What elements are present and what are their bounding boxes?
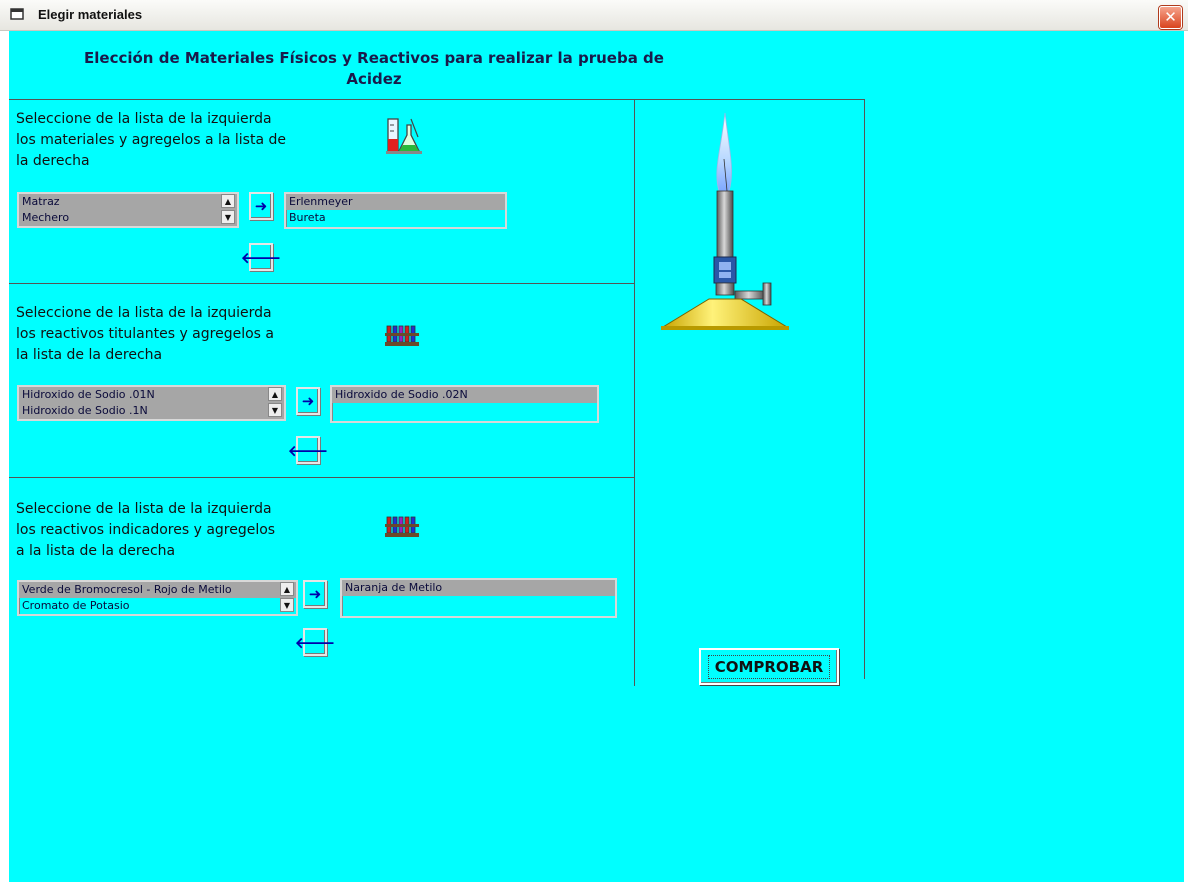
check-button-label: COMPROBAR bbox=[707, 654, 831, 679]
scrollbar[interactable]: ▲ ▼ bbox=[221, 194, 237, 226]
arrow-left-icon: 🡐 bbox=[294, 633, 336, 652]
bunsen-burner-icon bbox=[661, 112, 789, 330]
materials-instruction: Seleccione de la lista de la izquierda l… bbox=[16, 109, 346, 172]
list-item[interactable]: Hidroxido de Sodio .1N bbox=[19, 403, 284, 419]
title-bar[interactable]: Elegir materiales ✕ bbox=[0, 0, 1188, 31]
arrow-left-icon: 🡐 bbox=[287, 441, 329, 460]
titrant-instruction: Seleccione de la lista de la izquierda l… bbox=[16, 303, 346, 366]
arrow-left-icon: 🡐 bbox=[240, 248, 282, 267]
add-titrant-button[interactable]: ➜ bbox=[296, 387, 320, 415]
divider-2 bbox=[9, 477, 635, 478]
instruction-line: a la lista de la derecha bbox=[16, 543, 176, 559]
divider-top bbox=[9, 99, 865, 100]
list-item[interactable]: Erlenmeyer bbox=[286, 194, 505, 210]
instruction-line: los materiales y agregelos a la lista de bbox=[16, 132, 286, 148]
scroll-down-icon[interactable]: ▼ bbox=[280, 598, 294, 612]
instruction-line: Seleccione de la lista de la izquierda bbox=[16, 111, 272, 127]
test-tube-rack-icon bbox=[385, 516, 419, 537]
list-item[interactable]: Bureta bbox=[286, 210, 505, 226]
scroll-down-icon[interactable]: ▼ bbox=[268, 403, 282, 417]
window-title: Elegir materiales bbox=[38, 7, 143, 22]
indicator-selected-list[interactable]: Naranja de Metilo bbox=[340, 578, 617, 618]
list-item[interactable]: Cromato de Potasio bbox=[19, 598, 296, 614]
list-item[interactable]: Hidroxido de Sodio .02N bbox=[332, 387, 597, 403]
arrow-right-icon: ➜ bbox=[308, 585, 322, 603]
instruction-line: la lista de la derecha bbox=[16, 347, 163, 363]
divider-vertical-right bbox=[864, 99, 865, 679]
scrollbar[interactable]: ▲ ▼ bbox=[268, 387, 284, 419]
test-tube-rack-icon bbox=[385, 325, 419, 346]
client-area: Elección de Materiales Físicos y Reactiv… bbox=[9, 31, 1184, 882]
arrow-right-icon: ➜ bbox=[301, 392, 315, 410]
check-button[interactable]: COMPROBAR bbox=[699, 648, 839, 685]
remove-material-button[interactable]: 🡐 bbox=[241, 243, 281, 271]
divider-vertical-left bbox=[634, 99, 635, 686]
titrant-selected-list[interactable]: Hidroxido de Sodio .02N bbox=[330, 385, 599, 423]
scrollbar[interactable]: ▲ ▼ bbox=[280, 582, 296, 614]
titrant-available-list[interactable]: Hidroxido de Sodio .01N Hidroxido de Sod… bbox=[17, 385, 286, 421]
application-window: Elegir materiales ✕ Elección de Material… bbox=[0, 0, 1188, 885]
indicator-available-list[interactable]: Verde de Bromocresol - Rojo de Metilo Cr… bbox=[17, 580, 298, 616]
list-item[interactable]: Matraz bbox=[19, 194, 237, 210]
scroll-up-icon[interactable]: ▲ bbox=[280, 582, 294, 596]
page-title-line-1: Elección de Materiales Físicos y Reactiv… bbox=[84, 49, 664, 67]
divider-1 bbox=[9, 283, 635, 284]
indicator-instruction: Seleccione de la lista de la izquierda l… bbox=[16, 499, 346, 562]
window-icon bbox=[10, 8, 24, 20]
remove-indicator-button[interactable]: 🡐 bbox=[295, 628, 335, 656]
lab-glassware-icon bbox=[386, 118, 422, 154]
scroll-up-icon[interactable]: ▲ bbox=[221, 194, 235, 208]
list-item[interactable]: Mechero bbox=[19, 210, 237, 226]
page-title-line-2: Acidez bbox=[346, 70, 402, 88]
instruction-line: la derecha bbox=[16, 153, 90, 169]
add-material-button[interactable]: ➜ bbox=[249, 192, 273, 220]
add-indicator-button[interactable]: ➜ bbox=[303, 580, 327, 608]
instruction-line: los reactivos indicadores y agregelos bbox=[16, 522, 276, 538]
scroll-up-icon[interactable]: ▲ bbox=[268, 387, 282, 401]
arrow-right-icon: ➜ bbox=[254, 197, 268, 215]
materials-available-list[interactable]: Matraz Mechero ▲ ▼ bbox=[17, 192, 239, 228]
list-item[interactable]: Naranja de Metilo bbox=[342, 580, 615, 596]
close-icon: ✕ bbox=[1164, 8, 1177, 26]
page-title: Elección de Materiales Físicos y Reactiv… bbox=[74, 49, 674, 88]
close-button[interactable]: ✕ bbox=[1159, 6, 1182, 29]
materials-selected-list[interactable]: Erlenmeyer Bureta bbox=[284, 192, 507, 229]
instruction-line: Seleccione de la lista de la izquierda bbox=[16, 305, 272, 321]
scroll-down-icon[interactable]: ▼ bbox=[221, 210, 235, 224]
remove-titrant-button[interactable]: 🡐 bbox=[288, 436, 328, 464]
list-item[interactable]: Verde de Bromocresol - Rojo de Metilo bbox=[19, 582, 296, 598]
instruction-line: los reactivos titulantes y agregelos a bbox=[16, 326, 274, 342]
list-item[interactable]: Hidroxido de Sodio .01N bbox=[19, 387, 284, 403]
instruction-line: Seleccione de la lista de la izquierda bbox=[16, 501, 272, 517]
